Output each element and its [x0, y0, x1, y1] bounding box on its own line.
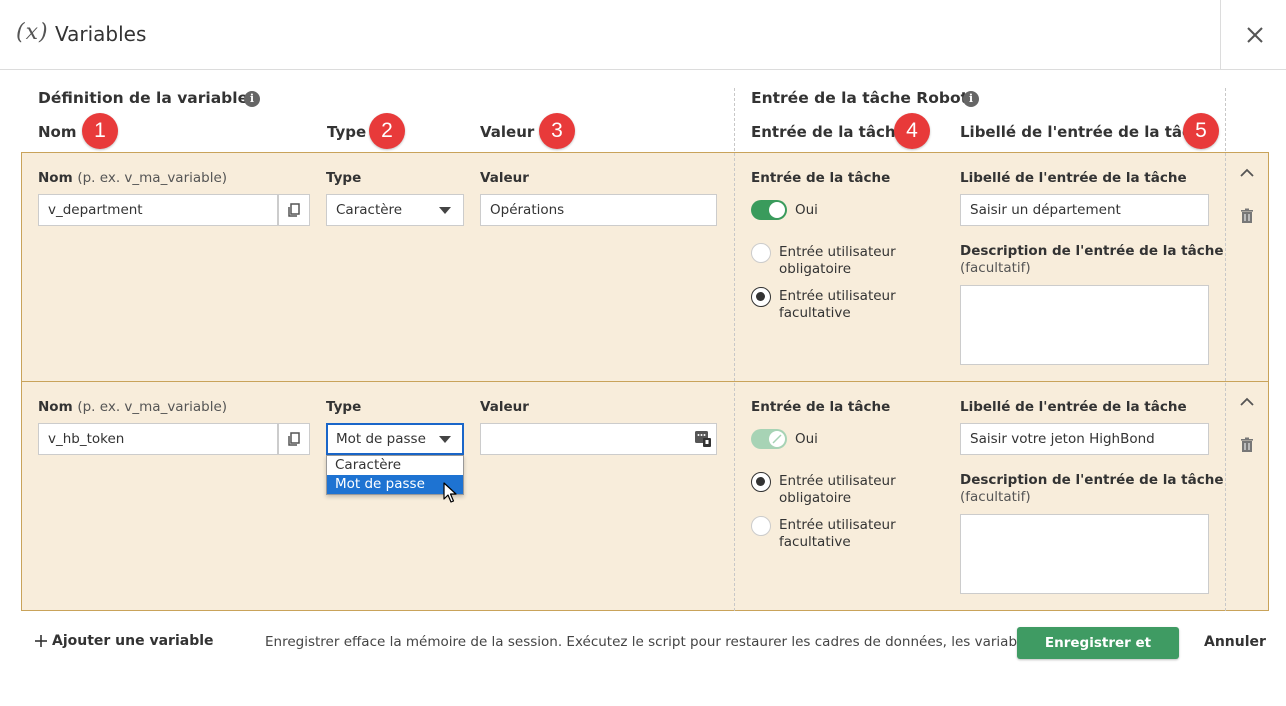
description-textarea[interactable] — [960, 285, 1209, 365]
mouse-cursor-icon — [443, 482, 457, 504]
callout-badge-5: 5 — [1183, 113, 1219, 149]
type-select[interactable]: Caractère — [326, 194, 464, 226]
name-field-label: Nom (p. ex. v_ma_variable) — [38, 170, 228, 186]
chevron-down-icon — [439, 436, 451, 443]
required-input-radio[interactable] — [751, 243, 771, 263]
input-label-field-label: Libellé de l'entrée de la tâche — [960, 170, 1187, 186]
task-input-toggle[interactable] — [751, 429, 787, 449]
footer-message: Enregistrer efface la mémoire de la sess… — [265, 634, 1071, 650]
description-field-label: Description de l'entrée de la tâche — [960, 243, 1224, 259]
task-input-label: Entrée de la tâche — [751, 399, 891, 415]
info-icon[interactable]: i — [963, 91, 979, 107]
copy-button[interactable] — [278, 423, 310, 455]
chevron-down-icon — [439, 207, 451, 214]
description-field-label: Description de l'entrée de la tâche — [960, 472, 1224, 488]
column-header-task-input: Entrée de la tâche — [751, 123, 906, 141]
optional-input-radio[interactable] — [751, 287, 771, 307]
dialog-header: (x) Variables — [0, 0, 1286, 70]
password-manager-icon[interactable] — [695, 431, 711, 447]
callout-badge-2: 2 — [369, 113, 405, 149]
toggle-label: Oui — [795, 431, 818, 447]
required-input-radio[interactable] — [751, 472, 771, 492]
section-title-robot: Entrée de la tâche Robot — [751, 89, 969, 107]
add-variable-button[interactable]: Ajouter une variable — [34, 633, 214, 649]
header-divider — [1220, 0, 1221, 69]
variables-icon: (x) — [16, 20, 49, 45]
description-textarea[interactable] — [960, 514, 1209, 594]
value-input[interactable]: Opérations — [480, 194, 717, 226]
copy-icon — [288, 203, 300, 217]
dropdown-option-character[interactable]: Caractère — [327, 456, 463, 475]
type-select-value: Mot de passe — [336, 431, 426, 447]
disabled-slash-icon — [772, 434, 782, 444]
delete-button[interactable] — [1237, 435, 1257, 455]
save-and-close-button[interactable]: Enregistrer et fermer — [1017, 627, 1179, 683]
callout-badge-1: 1 — [82, 113, 118, 149]
delete-button[interactable] — [1237, 206, 1257, 226]
column-header-input-label: Libellé de l'entrée de la tâche — [960, 123, 1212, 141]
toggle-label: Oui — [795, 202, 818, 218]
task-input-label: Entrée de la tâche — [751, 170, 891, 186]
type-field-label: Type — [326, 399, 362, 415]
name-input[interactable]: v_department — [38, 194, 278, 226]
input-label-input[interactable]: Saisir un département — [960, 194, 1209, 226]
trash-icon — [1241, 437, 1253, 452]
collapse-button[interactable] — [1237, 163, 1257, 183]
optional-input-radio[interactable] — [751, 516, 771, 536]
actions-divider — [1225, 88, 1226, 611]
optional-input-label: Entrée utilisateur facultative — [779, 288, 896, 321]
task-input-toggle[interactable] — [751, 200, 787, 220]
required-input-label: Entrée utilisateur obligatoire — [779, 473, 896, 506]
collapse-button[interactable] — [1237, 392, 1257, 412]
description-hint: (facultatif) — [960, 260, 1031, 276]
description-hint: (facultatif) — [960, 489, 1031, 505]
callout-badge-3: 3 — [539, 113, 575, 149]
info-icon[interactable]: i — [244, 91, 260, 107]
name-input[interactable]: v_hb_token — [38, 423, 278, 455]
password-input[interactable] — [480, 423, 717, 455]
close-button[interactable] — [1236, 16, 1274, 54]
input-label-input[interactable]: Saisir votre jeton HighBond — [960, 423, 1209, 455]
dialog-title: Variables — [55, 22, 147, 46]
type-select-value: Caractère — [336, 202, 403, 218]
value-field-label: Valeur — [480, 170, 529, 186]
chevron-up-icon — [1240, 168, 1254, 177]
column-header-type: Type — [327, 123, 367, 141]
callout-badge-4: 4 — [894, 113, 930, 149]
column-header-name: Nom — [38, 123, 77, 141]
name-field-label: Nom (p. ex. v_ma_variable) — [38, 399, 228, 415]
cancel-button[interactable]: Annuler — [1204, 634, 1266, 650]
type-field-label: Type — [326, 170, 362, 186]
section-title-definition: Définition de la variable — [38, 89, 249, 107]
section-divider — [734, 88, 735, 611]
column-header-value: Valeur — [480, 123, 535, 141]
chevron-up-icon — [1240, 397, 1254, 406]
input-label-field-label: Libellé de l'entrée de la tâche — [960, 399, 1187, 415]
optional-input-label: Entrée utilisateur facultative — [779, 517, 896, 550]
required-input-label: Entrée utilisateur obligatoire — [779, 244, 896, 277]
trash-icon — [1241, 208, 1253, 223]
toggle-knob — [769, 202, 785, 218]
close-icon — [1247, 27, 1263, 43]
plus-icon — [35, 635, 47, 647]
type-select[interactable]: Mot de passe — [326, 423, 464, 455]
add-variable-label: Ajouter une variable — [52, 633, 214, 649]
value-field-label: Valeur — [480, 399, 529, 415]
copy-icon — [288, 432, 300, 446]
copy-button[interactable] — [278, 194, 310, 226]
